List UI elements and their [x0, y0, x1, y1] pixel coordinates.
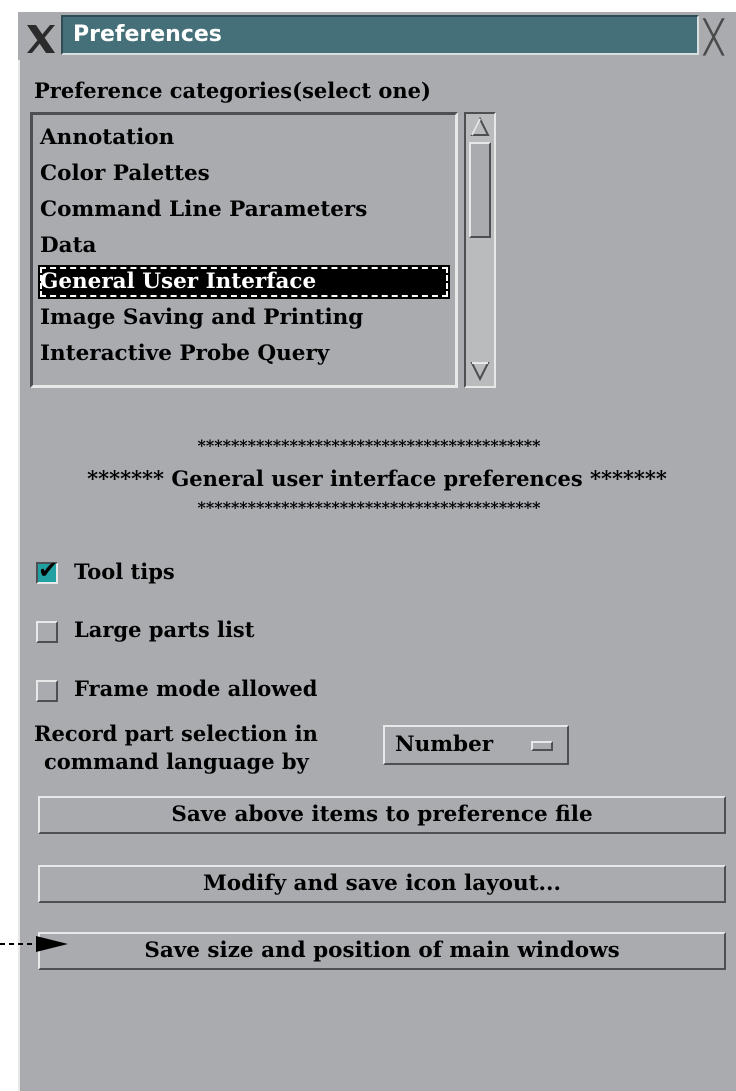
save-window-size-button[interactable]: Save size and position of main windows [38, 932, 726, 970]
list-item[interactable]: Annotation [38, 121, 450, 155]
checkmark-icon: ✔ [38, 556, 59, 584]
large-parts-list-checkbox[interactable] [36, 621, 58, 643]
list-item[interactable]: Data [38, 229, 450, 263]
annotation-arrow-icon [0, 936, 68, 952]
scrollbar-thumb[interactable] [469, 142, 491, 238]
modify-icon-layout-button[interactable]: Modify and save icon layout... [38, 865, 726, 903]
tool-tips-checkbox[interactable]: ✔ [36, 558, 58, 584]
banner-stars-bottom: ****************************************… [197, 498, 541, 517]
frame-mode-checkbox[interactable] [36, 680, 58, 702]
record-label-line2: command language by [44, 749, 309, 774]
categories-label: Preference categories(select one) [34, 78, 431, 103]
list-item[interactable]: Color Palettes [38, 157, 450, 191]
list-item[interactable]: Image Saving and Printing [38, 301, 450, 335]
record-label-line1: Record part selection in [34, 721, 318, 746]
list-item[interactable]: Command Line Parameters [38, 193, 450, 227]
close-icon[interactable]: ╳ [704, 20, 736, 54]
title-bar: Preferences ╳ [18, 12, 736, 60]
scroll-up-arrow-icon[interactable] [469, 116, 491, 138]
list-item-selected[interactable]: General User Interface [38, 265, 450, 299]
large-parts-list-label: Large parts list [74, 617, 255, 642]
categories-scrollbar[interactable] [464, 112, 496, 388]
frame-mode-label: Frame mode allowed [74, 676, 318, 701]
list-item[interactable]: Interactive Probe Query [38, 337, 450, 371]
categories-listbox[interactable]: Annotation Color Palettes Command Line P… [30, 112, 458, 388]
record-mode-value: Number [395, 732, 494, 757]
scroll-down-arrow-icon[interactable] [469, 360, 491, 382]
section-heading: ******* General user interface preferenc… [87, 466, 667, 491]
x-window-logo-icon[interactable] [24, 22, 58, 56]
record-mode-option-menu[interactable]: Number [383, 725, 569, 765]
banner-stars-top: ****************************************… [197, 436, 541, 455]
window-title: Preferences [61, 15, 699, 55]
option-menu-indicator-icon [531, 741, 553, 751]
tool-tips-label: Tool tips [74, 559, 175, 584]
save-preferences-button[interactable]: Save above items to preference file [38, 796, 726, 834]
